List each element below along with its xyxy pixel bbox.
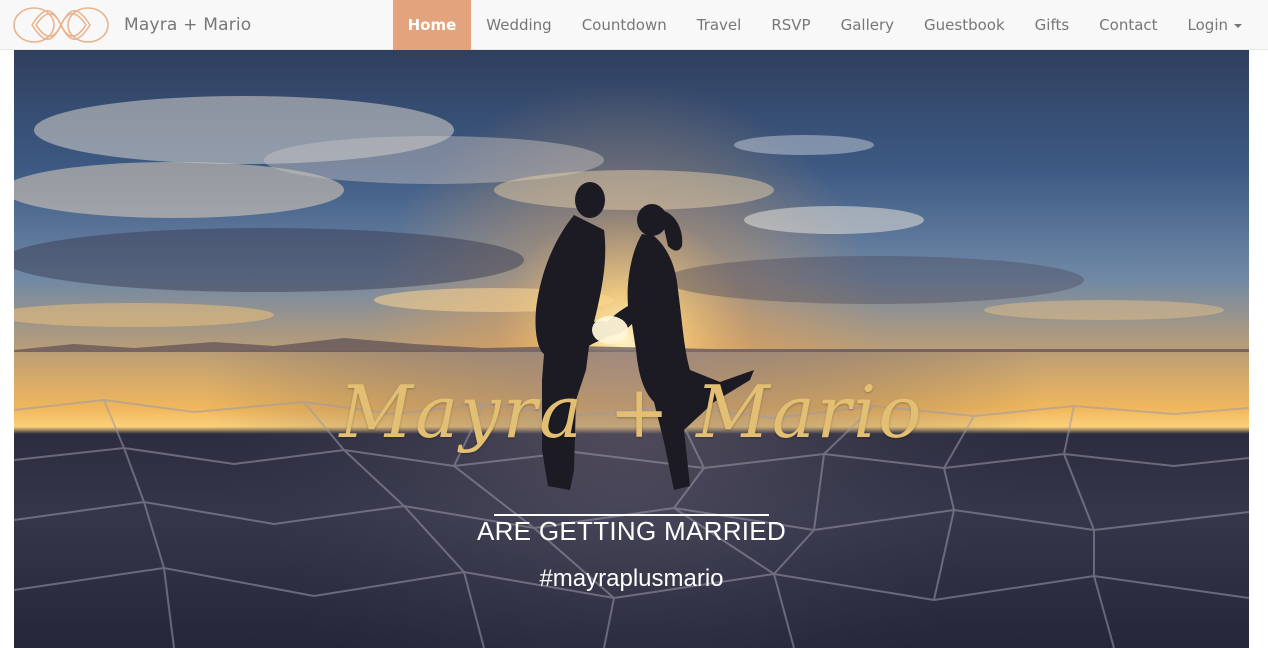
nav-item-rsvp[interactable]: RSVP [756,0,825,50]
nav-item-contact[interactable]: Contact [1084,0,1172,50]
nav-item-home[interactable]: Home [392,0,472,50]
login-label: Login [1187,16,1228,34]
navbar: Mayra + Mario Home Wedding Countdown Tra… [0,0,1268,50]
brand-name: Mayra + Mario [124,15,252,35]
nav-item-gallery[interactable]: Gallery [826,0,909,50]
nav-item-guestbook[interactable]: Guestbook [909,0,1020,50]
caret-down-icon [1234,24,1242,28]
main-nav: Home Wedding Countdown Travel RSVP Galle… [392,0,1257,50]
nav-item-countdown[interactable]: Countdown [567,0,682,50]
hero-title: Mayra + Mario [339,370,924,454]
hero-subtitle: ARE GETTING MARRIED [476,516,787,546]
nav-item-travel[interactable]: Travel [682,0,757,50]
hero-photo [14,50,1249,648]
hero-banner: Mayra + Mario ARE GETTING MARRIED #mayra… [14,50,1249,648]
nav-item-wedding[interactable]: Wedding [471,0,566,50]
infinity-rings-logo-icon [13,7,109,43]
brand-link[interactable]: Mayra + Mario [12,4,251,46]
nav-item-gifts[interactable]: Gifts [1020,0,1085,50]
hero-hashtag: #mayraplusmario [539,565,724,592]
nav-item-login[interactable]: Login [1173,0,1257,50]
